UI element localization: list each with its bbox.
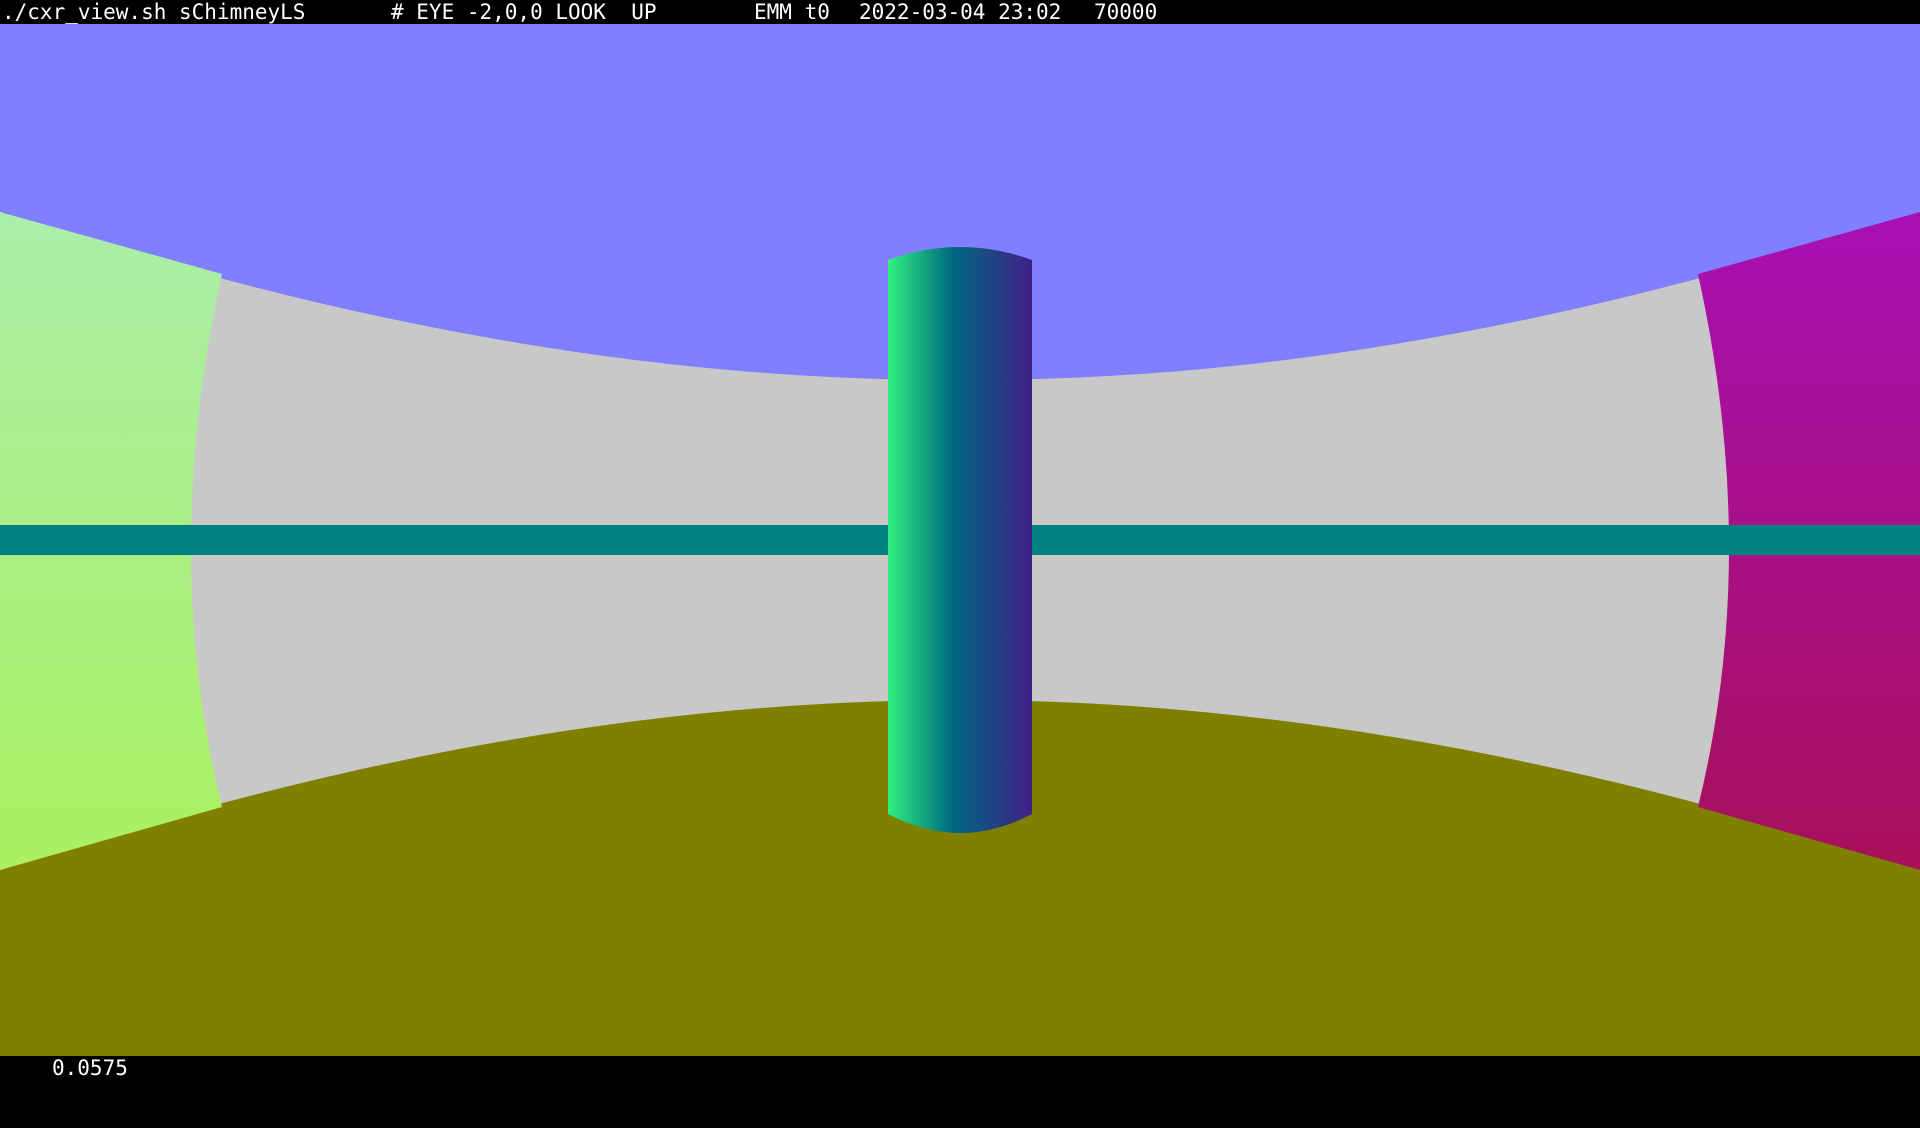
- cylinder-body: [888, 247, 1032, 833]
- datetime-label: 2022-03-04 23:02: [859, 0, 1062, 24]
- count-label: 70000: [1094, 0, 1158, 24]
- render-canvas[interactable]: [0, 24, 1920, 1056]
- cylinder: [888, 247, 1032, 833]
- footer-value: 0.0575: [52, 1056, 128, 1080]
- mode-label: EMM t0: [754, 0, 830, 24]
- status-header: ./cxr_view.sh sChimneyLS # EYE -2,0,0 LO…: [0, 0, 1920, 24]
- status-footer: 0.0575: [0, 1056, 1920, 1080]
- eye-look-label: # EYE -2,0,0 LOOK UP: [391, 0, 657, 24]
- command-label: ./cxr_view.sh sChimneyLS: [2, 0, 306, 24]
- render-viewer: ./cxr_view.sh sChimneyLS # EYE -2,0,0 LO…: [0, 0, 1920, 1080]
